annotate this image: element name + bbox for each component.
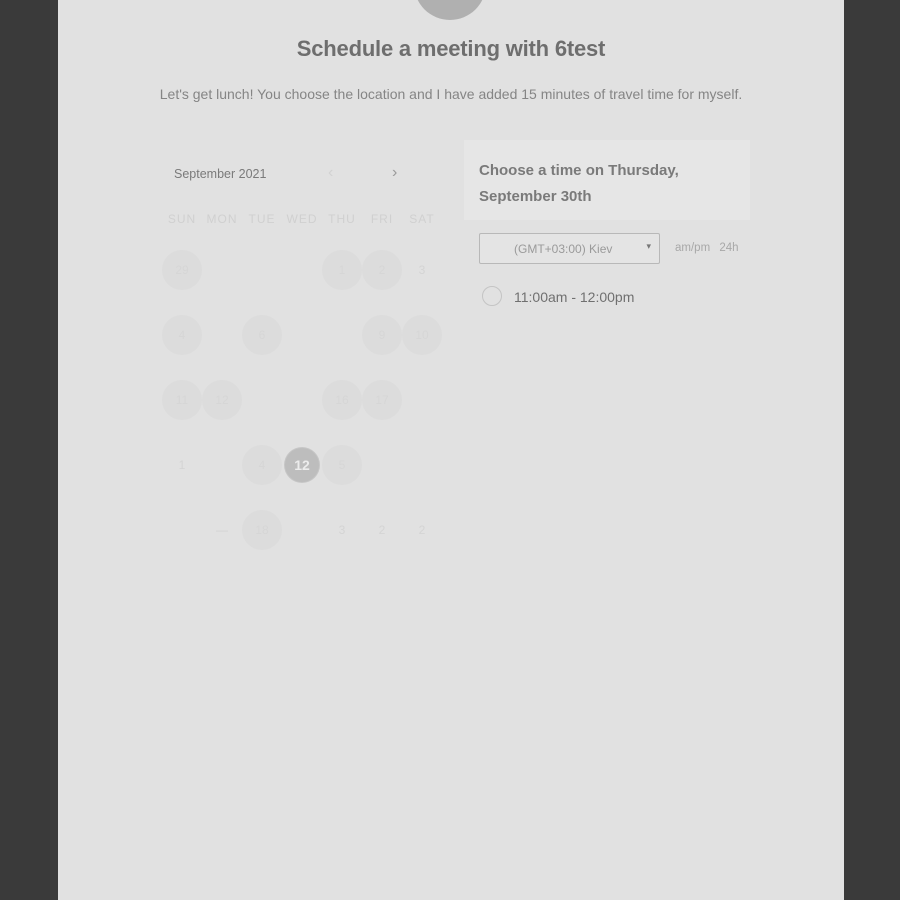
weekday-label: WED	[286, 212, 318, 226]
weekday-label: SUN	[167, 212, 197, 226]
radio-icon[interactable]	[482, 286, 502, 306]
calendar-day[interactable]: 4	[162, 315, 202, 355]
calendar-day[interactable]: 1	[322, 250, 362, 290]
time-slot-label: 11:00am - 12:00pm	[514, 289, 635, 305]
time-heading: Choose a time on Thursday, September 30t…	[479, 162, 679, 205]
time-panel-header: Choose a time on Thursday, September 30t…	[464, 140, 750, 220]
chevron-right-icon[interactable]: ›	[392, 164, 397, 182]
calendar-day: 2	[378, 523, 386, 537]
chevron-left-icon[interactable]: ‹	[328, 164, 333, 182]
calendar-day[interactable]: 4	[242, 445, 282, 485]
calendar-day: 1	[178, 458, 186, 472]
calendar-day	[282, 250, 322, 290]
calendar-day	[322, 315, 362, 355]
weekday-label: THU	[328, 212, 356, 226]
calendar-day	[202, 445, 242, 485]
calendar-day[interactable]: 9	[362, 315, 402, 355]
weekday-label: FRI	[370, 212, 394, 226]
calendar-month-label: September 2021	[174, 167, 267, 181]
host-avatar	[414, 0, 486, 20]
calendar-day	[202, 250, 242, 290]
calendar-day	[402, 445, 442, 485]
calendar-day[interactable]: 6	[242, 315, 282, 355]
calendar-day[interactable]: 18	[242, 510, 282, 550]
calendar-day[interactable]: 5	[322, 445, 362, 485]
page-title: Schedule a meeting with 6test	[296, 36, 606, 61]
time-format-toggle: am/pm 24h	[675, 242, 745, 254]
calendar-day[interactable]: 29	[162, 250, 202, 290]
timezone-select[interactable]: (GMT+03:00) Kiev ▾	[479, 233, 660, 264]
weekday-label: SAT	[409, 212, 435, 226]
calendar-day	[162, 510, 202, 550]
scheduler-card: Schedule a meeting with 6test Let's get …	[58, 0, 844, 900]
format-ampm-option[interactable]: am/pm	[675, 242, 710, 254]
calendar-day	[242, 380, 282, 420]
weekday-label: TUE	[248, 212, 276, 226]
calendar-day-grid: 29 1 2 3 4 6 9 10 11 12 16 17 1 4 12 5—18 3 2 2	[162, 250, 442, 575]
calendar-day: 3	[338, 523, 346, 537]
calendar-day[interactable]: 12	[202, 380, 242, 420]
calendar-day: —	[216, 523, 228, 537]
calendar-weekday-header: SUN MON TUE WED THU FRI SAT	[162, 212, 438, 226]
caret-down-icon: ▾	[646, 241, 651, 251]
calendar-day	[282, 510, 322, 550]
calendar-day	[282, 380, 322, 420]
calendar-day	[402, 380, 442, 420]
calendar-day[interactable]: 16	[322, 380, 362, 420]
calendar-day[interactable]: 2	[362, 250, 402, 290]
calendar-day	[362, 445, 402, 485]
calendar-day	[282, 315, 322, 355]
calendar-day: 2	[418, 523, 426, 537]
calendar-day[interactable]: 17	[362, 380, 402, 420]
calendar-day-selected[interactable]: 12	[285, 448, 319, 482]
calendar-day[interactable]: 10	[402, 315, 442, 355]
calendar-day: 3	[418, 263, 426, 277]
calendar: September 2021 ‹ › SUN MON TUE WED THU FRI SAT…	[160, 160, 442, 560]
calendar-day[interactable]: 11	[162, 380, 202, 420]
time-slot[interactable]: 11:00am - 12:00pm	[482, 286, 722, 310]
calendar-day	[202, 315, 242, 355]
calendar-day	[242, 250, 282, 290]
format-24h-option[interactable]: 24h	[719, 242, 738, 254]
page-subtitle: Let's get lunch! You choose the location…	[159, 86, 743, 102]
timezone-value: (GMT+03:00) Kiev	[514, 242, 613, 256]
weekday-label: MON	[206, 212, 238, 226]
